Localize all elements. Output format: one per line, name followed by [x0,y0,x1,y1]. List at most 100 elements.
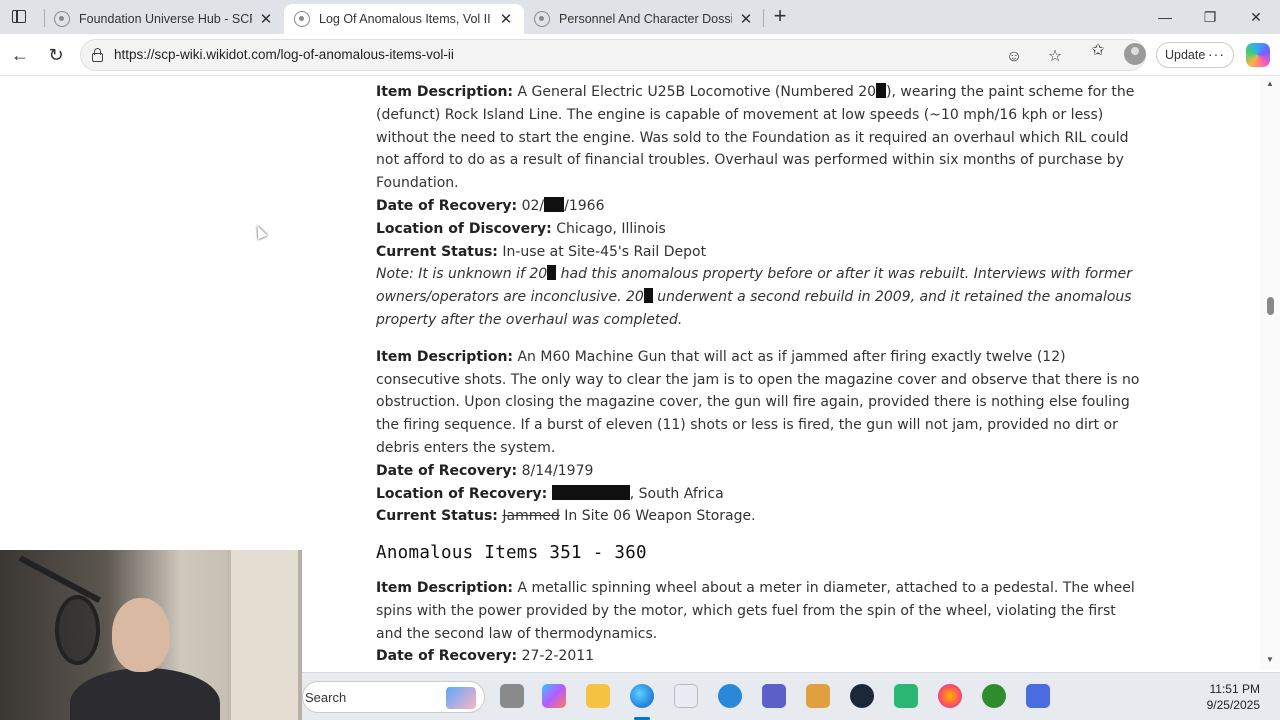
page-scrollbar[interactable]: ▲ ▼ [1260,77,1280,670]
webcam-overlay [0,550,302,720]
minimize-icon[interactable]: — [1150,6,1180,28]
microphone-icon [55,595,100,665]
scp-favicon-icon [54,11,70,27]
url-text[interactable]: https://scp-wiki.wikidot.com/log-of-anom… [114,47,454,62]
copilot-taskbar-icon[interactable] [542,684,566,708]
clock-time: 11:51 PM [1209,682,1260,696]
xbox-icon[interactable] [982,684,1006,708]
task-view-icon[interactable] [500,684,524,708]
field-label: Date of Recovery: [376,197,518,214]
field-value: 02/ [521,197,545,214]
back-arrow-icon[interactable]: ← [9,44,31,66]
field-label: Date of Recovery: [376,648,518,665]
field-label: Current Status: [376,508,498,525]
field-value: , South Africa [629,485,724,502]
field-value: In-use at Site-45's Rail Depot [502,243,707,260]
tab-actions-icon[interactable] [8,7,30,27]
scroll-down-arrow-icon[interactable]: ▼ [1266,655,1274,664]
taskbar-search-box[interactable]: Search [302,681,485,713]
field-label: Item Description: [376,84,514,100]
close-icon[interactable]: ✕ [258,10,274,28]
search-label: Search [305,690,347,705]
profile-avatar-icon[interactable] [1124,43,1146,65]
redaction-bar [544,196,565,212]
scroll-up-arrow-icon[interactable]: ▲ [1266,79,1274,88]
redaction-bar [551,484,630,500]
app-icon[interactable] [806,684,830,708]
close-icon[interactable]: ✕ [738,10,754,28]
refresh-icon[interactable]: ↻ [45,44,67,66]
microsoft-store-icon[interactable] [674,684,698,708]
app-icon[interactable] [1026,684,1050,708]
field-value: 27-2-2011 [521,648,595,665]
location-of-recovery: Location of Recovery: , South Africa [376,483,1146,506]
scp-favicon-icon [294,11,310,27]
tab-strip: Foundation Universe Hub - SCP F ✕ Log Of… [0,0,1280,34]
clock-date: 9/25/2025 [1206,698,1260,712]
field-value: /1966 [564,197,605,214]
scp-favicon-icon [534,11,550,27]
tab-title: Foundation Universe Hub - SCP F [79,12,252,26]
article-content: Item Description: A General Electric U25… [376,81,1146,668]
person-shoulders [70,668,220,720]
reading-mode-icon[interactable]: ☺ [1005,48,1023,66]
location-of-discovery: Location of Discovery: Chicago, Illinois [376,218,1146,241]
lock-icon[interactable] [91,48,105,62]
taskbar-clock[interactable]: 11:51 PM 9/25/2025 [1207,681,1260,713]
file-explorer-icon[interactable] [586,684,610,708]
date-of-recovery: Date of Recovery: 27-2-2011 [376,645,1146,668]
scroll-thumb[interactable] [1267,297,1274,315]
steam-icon[interactable] [850,684,874,708]
update-label: Update [1165,48,1206,62]
tab-title: Log Of Anomalous Items, Vol II - S [319,12,492,26]
redaction-bar [876,83,887,98]
person-head [112,598,170,672]
tab-personnel-dossier[interactable]: Personnel And Character Dossier ✕ [524,4,764,34]
tips-icon[interactable] [718,684,742,708]
item-note: Note: It is unknown if 20 had this anoma… [376,263,1146,331]
update-button[interactable]: Update ··· [1156,42,1234,68]
search-highlight-icon [446,687,476,709]
date-of-recovery: Date of Recovery: 8/14/1979 [376,460,1146,483]
current-status: Current Status: Jammed In Site 06 Weapon… [376,505,1146,528]
favorite-star-icon[interactable]: ☆ [1046,48,1064,66]
window-close-icon[interactable]: ✕ [1241,6,1271,28]
date-of-recovery: Date of Recovery: 02/ /1966 [376,195,1146,218]
address-bar[interactable]: https://scp-wiki.wikidot.com/log-of-anom… [80,39,1146,71]
tab-foundation-hub[interactable]: Foundation Universe Hub - SCP F ✕ [44,4,284,34]
more-dots-icon[interactable]: ··· [1208,42,1225,66]
edge-browser-icon[interactable] [630,684,654,708]
item-description: Item Description: A General Electric U25… [376,81,1146,195]
struck-status-value: Jammed [502,508,560,525]
item-description: Item Description: A metallic spinning wh… [376,577,1146,645]
field-label: Date of Recovery: [376,462,518,479]
mic-arm [18,555,101,603]
background-door [228,550,298,720]
new-tab-plus-icon[interactable]: + [770,5,790,27]
field-value: 8/14/1979 [521,462,594,479]
field-label: Location of Recovery: [376,485,548,502]
current-status: Current Status: In-use at Site-45's Rail… [376,241,1146,264]
teams-icon[interactable] [762,684,786,708]
close-icon[interactable]: ✕ [498,10,514,28]
item-description: Item Description: An M60 Machine Gun tha… [376,346,1146,460]
field-label: Location of Discovery: [376,220,552,237]
favorites-list-icon[interactable]: ✩ [1089,42,1107,60]
field-label: Item Description: [376,348,514,365]
field-label: Current Status: [376,243,498,260]
restore-icon[interactable]: ❐ [1195,6,1225,28]
firefox-icon[interactable] [938,684,962,708]
address-toolbar: ← ↻ https://scp-wiki.wikidot.com/log-of-… [0,34,1280,76]
note-text: Note: It is unknown if 20 [376,266,548,283]
tab-title: Personnel And Character Dossier [559,12,732,26]
windows-taskbar: Search 11:51 PM 9/25/2025 [302,672,1280,720]
field-value: A General Electric U25B Locomotive (Numb… [517,84,877,100]
tab-separator [763,9,764,27]
tab-log-anomalous-items[interactable]: Log Of Anomalous Items, Vol II - S ✕ [284,4,524,34]
copilot-icon[interactable] [1246,43,1270,67]
field-value: Chicago, Illinois [556,220,666,237]
android-app-icon[interactable] [894,684,918,708]
tab-separator [44,9,45,27]
field-value: ), wearing the paint scheme for the (def… [376,84,1135,192]
redaction-bar [643,288,653,304]
